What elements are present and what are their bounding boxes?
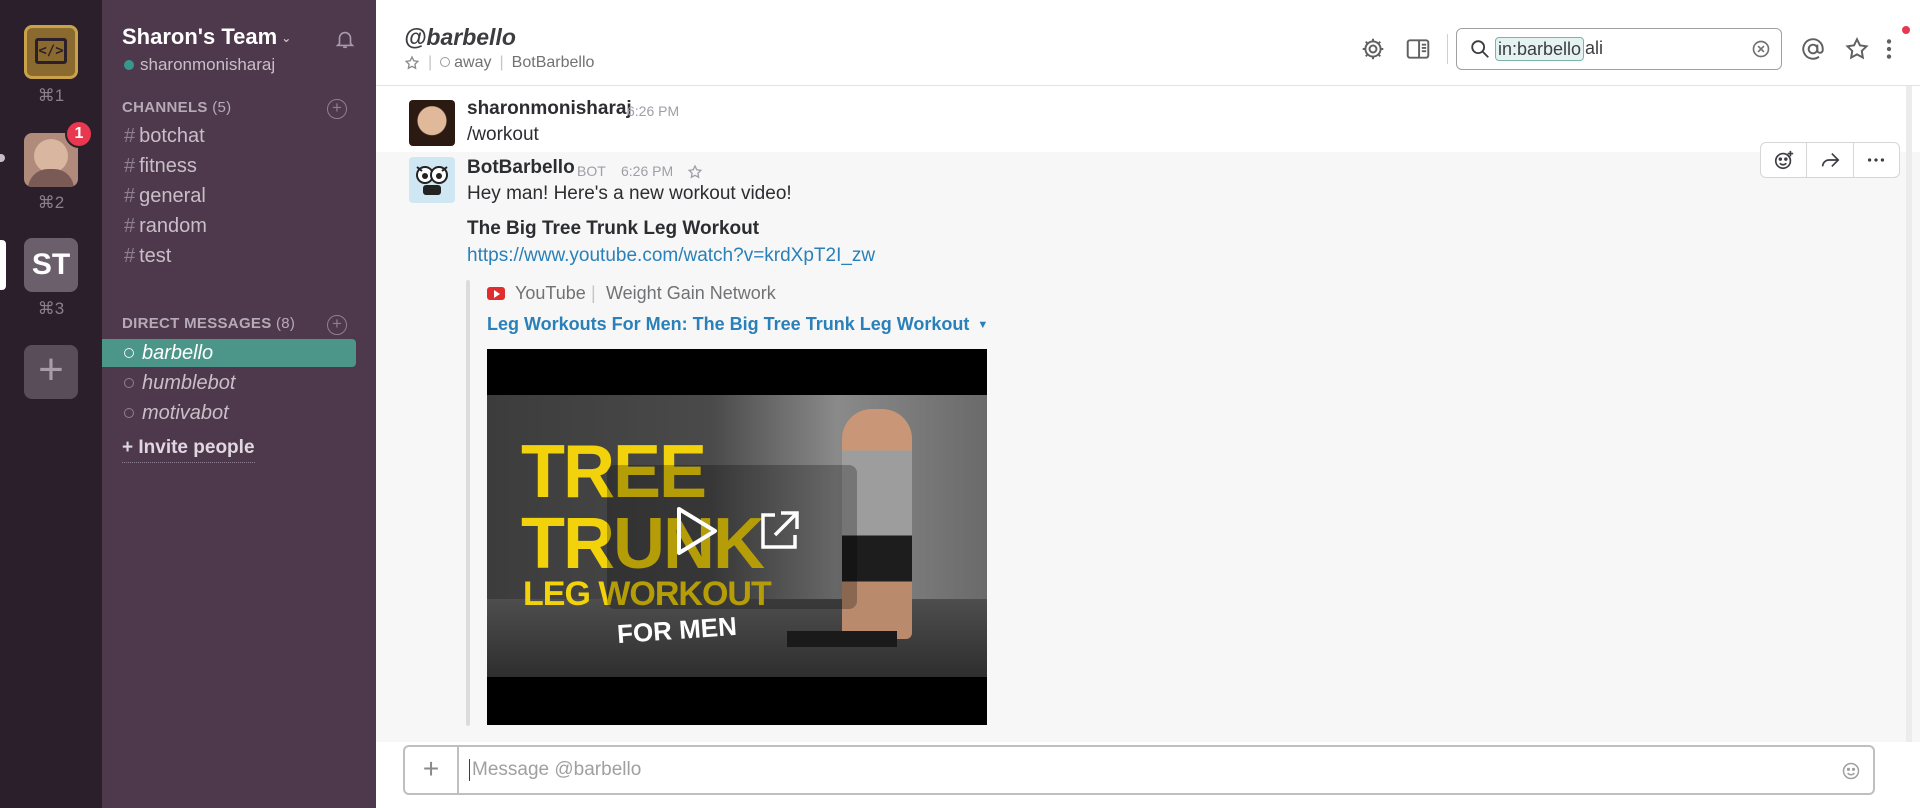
current-user[interactable]: sharonmonisharaj: [124, 55, 275, 75]
team-switcher: </> ⌘1 1 ⌘2 ST ⌘3 +: [0, 0, 102, 808]
invite-people-button[interactable]: + Invite people: [122, 437, 255, 463]
clear-search-icon[interactable]: [1751, 39, 1771, 59]
mentions-icon[interactable]: [1800, 36, 1826, 62]
add-dm-button[interactable]: +: [327, 315, 347, 335]
attachment-author[interactable]: Weight Gain Network: [606, 283, 776, 304]
sidebar-item-barbello[interactable]: barbello: [102, 339, 356, 367]
channel-sidebar: Sharon's Team ⌄ sharonmonisharaj CHANNELS…: [102, 0, 376, 808]
direct-messages-header[interactable]: DIRECT MESSAGES (8): [122, 315, 295, 332]
star-icon[interactable]: [404, 55, 420, 71]
active-team-indicator: [0, 240, 6, 290]
message-composer: + Message @barbello: [403, 745, 1875, 795]
play-icon[interactable]: [665, 501, 725, 561]
more-vertical-icon[interactable]: [1876, 36, 1902, 62]
team-shortcut-3: ⌘3: [37, 299, 65, 318]
channels-header[interactable]: CHANNELS (5): [122, 99, 231, 116]
bell-icon[interactable]: [334, 28, 356, 50]
add-team-button[interactable]: +: [24, 345, 78, 399]
team-name: Sharon's Team: [122, 24, 278, 49]
share-arrow-icon: [1821, 152, 1840, 168]
sidebar-item-motivabot[interactable]: motivabot: [102, 399, 356, 427]
add-reaction-button[interactable]: [1761, 143, 1808, 177]
starred-items-icon[interactable]: [1844, 36, 1870, 62]
sidebar-item-botchat[interactable]: # botchat: [124, 125, 205, 148]
code-icon: </>: [35, 38, 67, 64]
bot-badge: BOT: [577, 163, 606, 179]
message-text: Hey man! Here's a new workout video!: [467, 183, 792, 204]
presence-away-icon: [124, 348, 134, 358]
channel-header: @barbello | away | BotBarbello in:barbel…: [376, 0, 1920, 86]
sidebar-toggle-icon[interactable]: [1405, 36, 1431, 62]
presence-away-icon: [124, 408, 134, 418]
message-text: /workout: [467, 124, 539, 145]
youtube-icon: [487, 287, 505, 300]
search-query: ali: [1585, 38, 1604, 58]
sidebar-item-test[interactable]: # test: [124, 245, 171, 268]
attachment-service[interactable]: YouTube: [515, 283, 586, 304]
presence-away-icon: [440, 57, 451, 67]
message-timestamp[interactable]: 6:26 PM: [621, 163, 673, 179]
scrollbar[interactable]: [1906, 86, 1912, 742]
attach-file-button[interactable]: +: [405, 747, 459, 793]
search-input[interactable]: in:barbello ali: [1456, 28, 1782, 70]
sidebar-item-fitness[interactable]: # fitness: [124, 155, 197, 178]
message-link[interactable]: https://www.youtube.com/watch?v=krdXpT2I…: [467, 245, 875, 267]
avatar: [34, 139, 68, 173]
add-channel-button[interactable]: +: [327, 99, 347, 119]
message-author[interactable]: BotBarbello: [467, 157, 575, 179]
channel-meta: | away | BotBarbello: [404, 54, 594, 72]
presence-away-icon: [124, 378, 134, 388]
avatar[interactable]: [409, 100, 455, 146]
team-shortcut-2: ⌘2: [37, 193, 65, 212]
notification-dot: [1902, 26, 1910, 34]
chevron-down-icon: ⌄: [281, 31, 292, 46]
share-button[interactable]: [1807, 143, 1854, 177]
message-bold-title: The Big Tree Trunk Leg Workout: [467, 218, 760, 239]
real-name: BotBarbello: [511, 54, 595, 71]
search-modifier-tag: in:barbello: [1495, 37, 1585, 61]
page-title: @barbello: [404, 24, 516, 50]
attachment-title[interactable]: Leg Workouts For Men: The Big Tree Trunk…: [487, 314, 988, 335]
star-icon[interactable]: [687, 164, 703, 180]
gear-icon[interactable]: [1360, 36, 1386, 62]
team-shortcut-1: ⌘1: [37, 86, 65, 105]
message-input[interactable]: Message @barbello: [469, 759, 641, 781]
more-horizontal-icon: [1868, 158, 1885, 162]
notification-badge: 1: [65, 120, 93, 148]
sidebar-item-humblebot[interactable]: humblebot: [102, 369, 356, 397]
emoji-icon[interactable]: [1841, 761, 1861, 781]
sidebar-item-general[interactable]: # general: [124, 185, 206, 208]
video-thumbnail[interactable]: TREE TRUNK LEG WORKOUT FOR MEN: [487, 349, 987, 725]
message-pane: sharonmonisharaj 6:26 PM /workout BotBar…: [376, 86, 1920, 742]
presence-active-icon: [124, 60, 134, 70]
bot-avatar[interactable]: [409, 157, 455, 203]
message-author[interactable]: sharonmonisharaj: [467, 98, 632, 120]
message-actions: [1760, 142, 1900, 178]
status: away: [440, 54, 492, 72]
search-icon: [1471, 40, 1489, 58]
external-link-icon[interactable]: [755, 507, 803, 555]
sidebar-item-random[interactable]: # random: [124, 215, 207, 238]
attachment-bar: [466, 280, 470, 726]
message-timestamp[interactable]: 6:26 PM: [627, 103, 679, 119]
team-icon-3[interactable]: ST: [24, 238, 78, 292]
add-reaction-icon: [1774, 150, 1793, 170]
team-icon-1[interactable]: </>: [24, 25, 78, 79]
caret-down-icon[interactable]: ▼: [977, 319, 988, 331]
more-actions-button[interactable]: [1854, 143, 1899, 177]
team-menu[interactable]: Sharon's Team ⌄: [122, 24, 291, 50]
unread-indicator: [0, 154, 5, 162]
